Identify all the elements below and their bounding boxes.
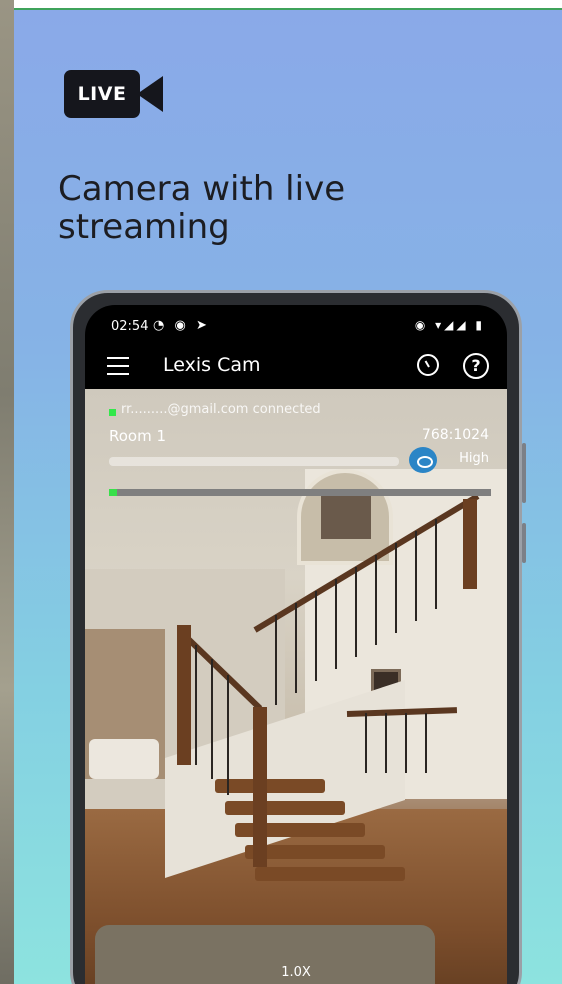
promo-panel: LIVE Camera with live streaming 02:54 ◔ …: [14, 10, 562, 984]
menu-icon[interactable]: [107, 357, 129, 375]
live-badge: LIVE: [64, 70, 164, 118]
notification-icons: ◔ ◉ ➤: [153, 318, 210, 333]
scene-baluster: [375, 555, 377, 645]
timer-icon[interactable]: [417, 354, 439, 376]
scene-newel-post: [177, 625, 191, 765]
scene-baluster: [335, 579, 337, 669]
room-label: Room 1: [109, 427, 167, 445]
resolution-label: 768:1024: [421, 427, 489, 443]
scene-stair-step: [215, 779, 325, 793]
scene-baluster: [385, 713, 387, 773]
phone-power-button: [522, 523, 526, 563]
scene-baluster: [355, 567, 357, 657]
phone-mockup: 02:54 ◔ ◉ ➤ ◉ ▾◢◢ ▮ Lexis Cam ? rr......…: [70, 290, 526, 984]
connection-status-text: rr.........@gmail.com connected: [121, 402, 321, 417]
help-icon[interactable]: ?: [463, 353, 489, 379]
app-title: Lexis Cam: [163, 354, 261, 376]
scene-baluster: [395, 543, 397, 633]
scene-baluster: [365, 713, 367, 773]
scene-baluster: [425, 713, 427, 773]
quality-label[interactable]: High: [459, 451, 489, 466]
status-time: 02:54: [111, 319, 149, 334]
scene-newel-post: [253, 707, 267, 867]
scene-wall-art: [321, 493, 371, 539]
video-camera-icon: [137, 76, 163, 112]
scene-baluster: [415, 531, 417, 621]
live-badge-label: LIVE: [64, 70, 140, 118]
scene-sofa: [89, 739, 159, 779]
scene-baluster: [275, 615, 277, 705]
scene-stair-step: [255, 867, 405, 881]
connection-status-dot: [109, 409, 116, 416]
eye-icon[interactable]: [409, 447, 437, 473]
blurred-info-line: [109, 457, 399, 466]
scene-baluster: [195, 645, 197, 765]
top-divider: [0, 0, 562, 10]
system-status-icons: ◉ ▾◢◢ ▮: [414, 318, 485, 332]
scene-baluster: [211, 659, 213, 779]
camera-feed[interactable]: rr.........@gmail.com connected Room 1 7…: [85, 389, 507, 984]
phone-volume-button: [522, 443, 526, 503]
stream-progress-bar[interactable]: [109, 489, 491, 496]
status-bar: 02:54 ◔ ◉ ➤ ◉ ▾◢◢ ▮: [85, 305, 507, 345]
background-strip: [0, 0, 14, 984]
scene-baluster: [315, 591, 317, 681]
zoom-level: 1.0X: [281, 965, 311, 980]
scene-newel-post: [463, 499, 477, 589]
scene-baluster: [227, 675, 229, 795]
scene-baluster: [295, 603, 297, 693]
stream-progress-fill: [109, 489, 117, 496]
phone-screen: 02:54 ◔ ◉ ➤ ◉ ▾◢◢ ▮ Lexis Cam ? rr......…: [85, 305, 507, 984]
headline: Camera with live streaming: [58, 169, 346, 247]
app-bar: Lexis Cam ?: [85, 345, 507, 389]
scene-stair-step: [225, 801, 345, 815]
scene-baluster: [435, 519, 437, 609]
scene-baluster: [405, 713, 407, 773]
